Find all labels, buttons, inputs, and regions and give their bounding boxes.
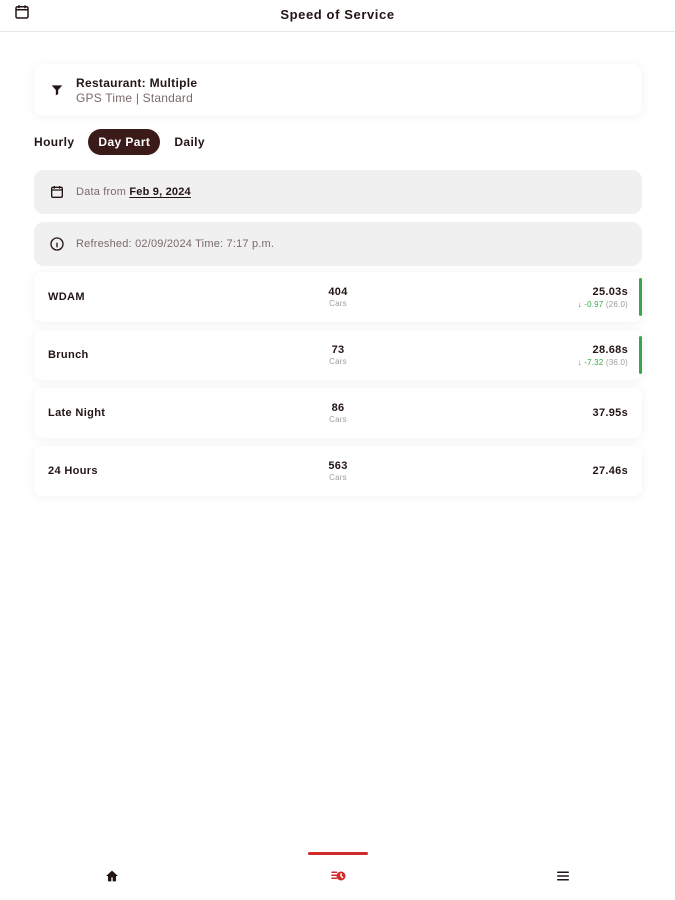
row-count: 563 Cars [293,460,383,482]
row-count-value: 86 [331,402,345,414]
row-count: 73 Cars [293,344,383,366]
row-time: 28.68s ↓ -7.32 (36.0) [538,344,628,367]
positive-accent-bar [639,336,642,374]
filter-card[interactable]: Restaurant: Multiple GPS Time | Standard [34,64,642,116]
nav-speed-of-service[interactable] [308,852,368,892]
bottom-navigation [0,852,675,900]
row-delta: ↓ -0.97 (26.0) [538,300,628,309]
tab-daily[interactable]: Daily [174,129,205,155]
list-item[interactable]: Brunch 73 Cars 28.68s ↓ -7.32 (36.0) [34,330,642,380]
row-delta-value: ↓ -0.97 [577,299,604,309]
data-from-bar[interactable]: Data from Feb 9, 2024 [34,170,642,214]
tab-day-part[interactable]: Day Part [88,129,161,155]
top-app-bar: Speed of Service [0,0,675,32]
nav-home[interactable] [92,864,132,892]
menu-icon [554,867,572,890]
refreshed-text: Refreshed: 02/09/2024 Time: 7:17 p.m. [76,238,275,250]
calendar-icon [48,183,66,201]
row-name: Brunch [48,349,89,361]
calendar-icon[interactable] [12,2,32,22]
speed-of-service-icon [329,867,347,890]
positive-accent-bar [639,278,642,316]
row-count-value: 563 [328,460,348,472]
filter-restaurant: Restaurant: Multiple [76,75,198,90]
data-from-text: Data from Feb 9, 2024 [76,186,191,198]
list-item[interactable]: 24 Hours 563 Cars 27.46s [34,446,642,496]
home-icon [104,868,120,889]
row-delta: ↓ -7.32 (36.0) [538,358,628,367]
row-time-value: 25.03s [592,285,628,298]
filter-details: GPS Time | Standard [76,90,193,105]
row-goal: (36.0) [605,357,628,367]
row-delta-value: ↓ -7.32 [577,357,604,367]
day-part-list: WDAM 404 Cars 25.03s ↓ -0.97 (26.0) Brun… [34,272,642,504]
page-title: Speed of Service [280,7,395,22]
row-time-value: 28.68s [592,343,628,356]
row-count: 404 Cars [293,286,383,308]
row-name: 24 Hours [48,465,98,477]
row-time: 25.03s ↓ -0.97 (26.0) [538,286,628,309]
row-name: WDAM [48,291,85,303]
row-time: 37.95s [538,407,628,419]
data-from-date[interactable]: Feb 9, 2024 [129,186,191,198]
row-goal: (26.0) [605,299,628,309]
data-from-prefix: Data from [76,186,127,198]
row-name: Late Night [48,407,106,419]
view-tabs: Hourly Day Part Daily [34,128,205,156]
refreshed-bar: Refreshed: 02/09/2024 Time: 7:17 p.m. [34,222,642,266]
row-count-label: Cars [329,357,347,366]
tab-hourly[interactable]: Hourly [34,129,74,155]
row-count-label: Cars [329,299,347,308]
row-time-value: 37.95s [592,407,628,419]
row-time: 27.46s [538,465,628,477]
row-count-label: Cars [329,473,347,482]
nav-menu[interactable] [543,864,583,892]
row-count-value: 73 [331,344,345,356]
filter-icon [50,83,64,97]
list-item[interactable]: WDAM 404 Cars 25.03s ↓ -0.97 (26.0) [34,272,642,322]
info-icon [48,235,66,253]
row-count: 86 Cars [293,402,383,424]
filter-text: Restaurant: Multiple GPS Time | Standard [76,76,197,105]
list-item[interactable]: Late Night 86 Cars 37.95s [34,388,642,438]
row-count-value: 404 [328,286,348,298]
row-time-value: 27.46s [592,465,628,477]
row-count-label: Cars [329,415,347,424]
